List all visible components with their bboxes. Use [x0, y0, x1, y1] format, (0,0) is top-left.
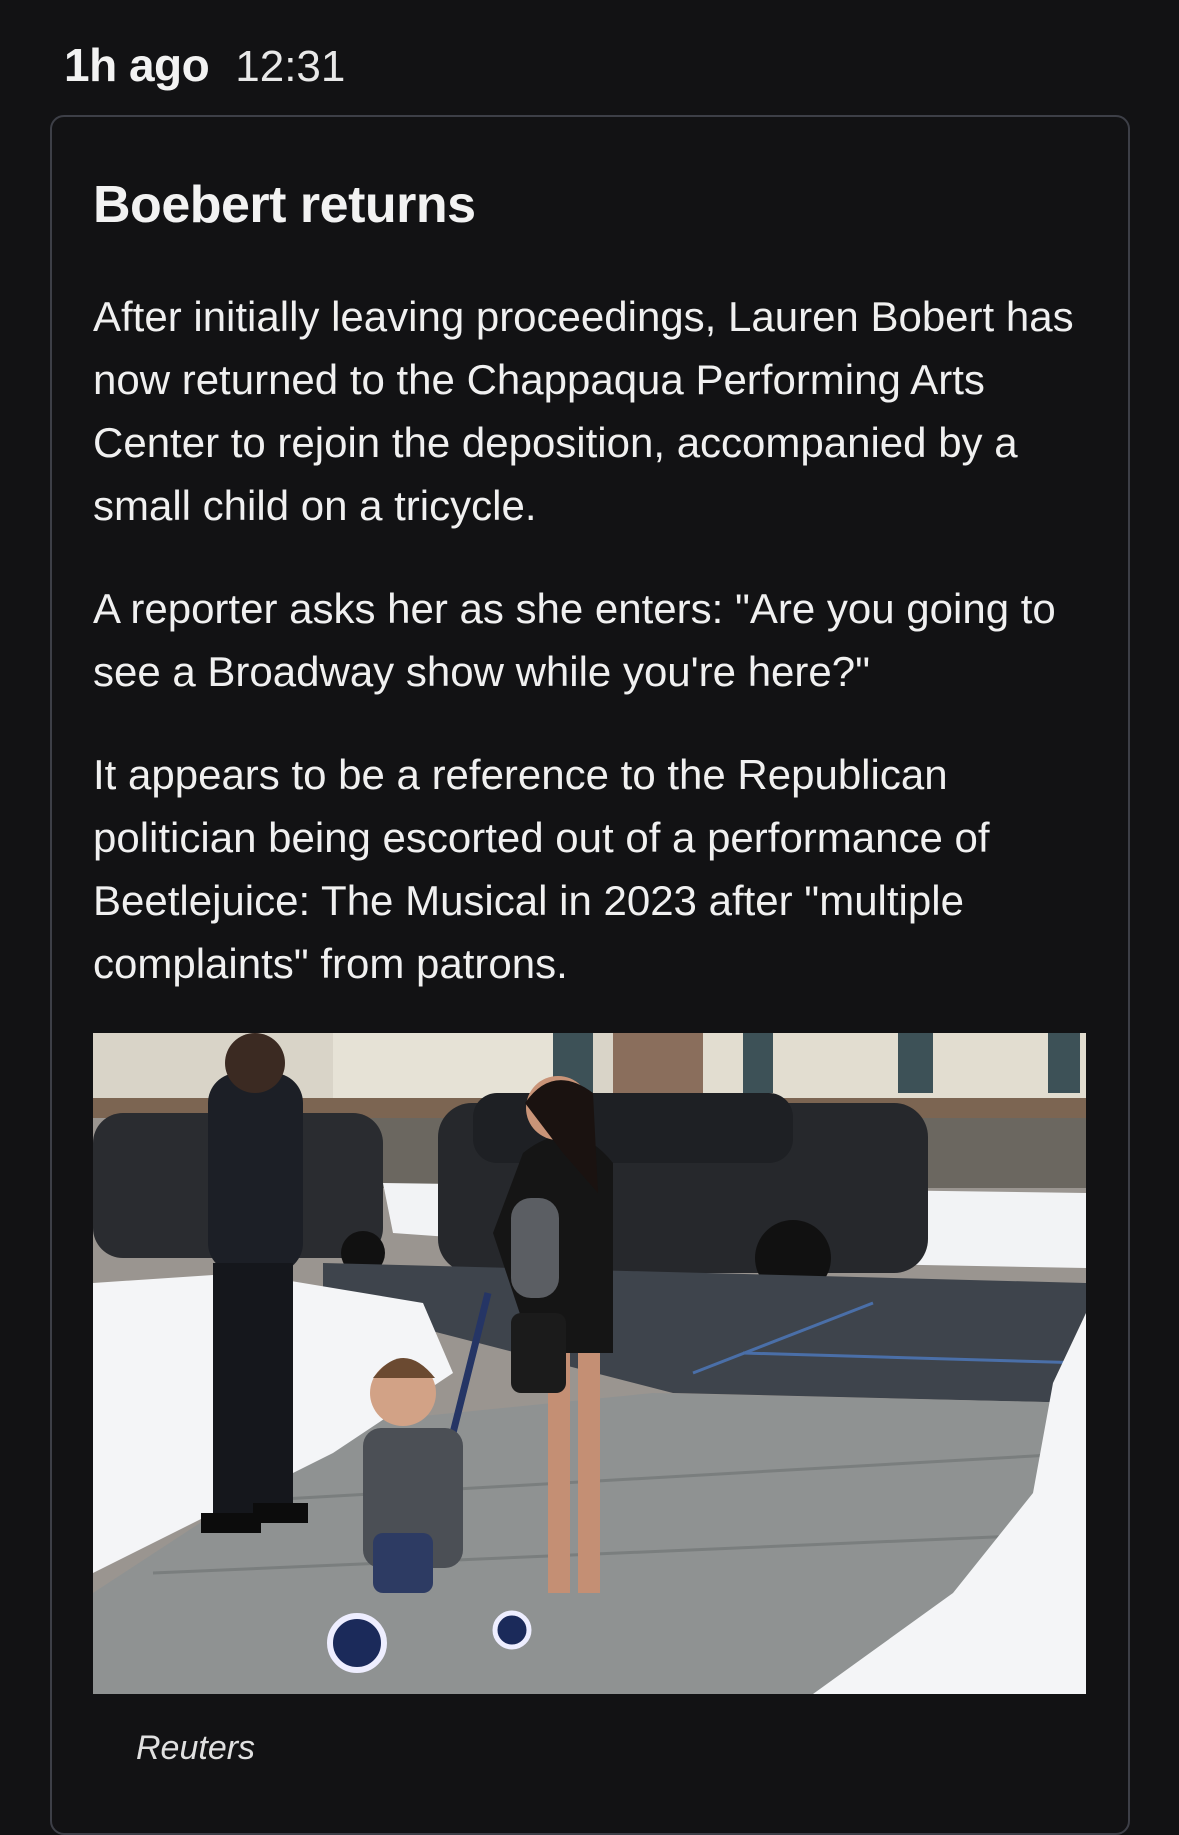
post-body: After initially leaving proceedings, Lau…	[93, 285, 1103, 1035]
paragraph: It appears to be a reference to the Repu…	[93, 751, 990, 987]
post-timestamp: 1h ago 12:31	[64, 38, 345, 92]
relative-time: 1h ago	[64, 39, 210, 91]
live-post-card: Boebert returns After initially leaving …	[50, 115, 1130, 1835]
photo-illustration	[93, 1033, 1086, 1694]
image-caption: Reuters	[136, 1729, 256, 1767]
paragraph: A reporter asks her as she enters: "Are …	[93, 585, 1056, 695]
post-title: Boebert returns	[93, 176, 476, 234]
clock-time: 12:31	[235, 42, 346, 91]
news-photo[interactable]	[93, 1033, 1086, 1694]
paragraph: After initially leaving proceedings, Lau…	[93, 293, 1074, 529]
